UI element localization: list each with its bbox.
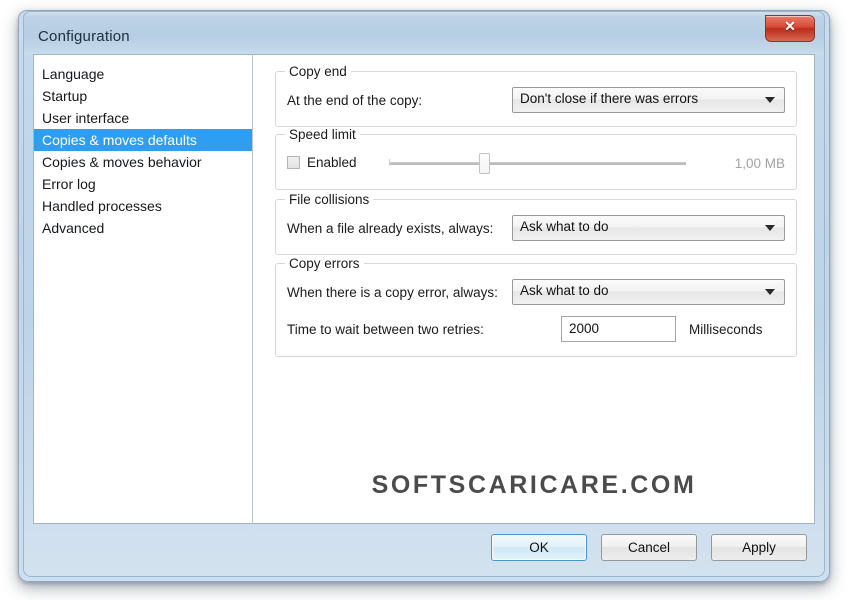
- file-collisions-dropdown-value: Ask what to do: [520, 219, 609, 234]
- retry-wait-input[interactable]: 2000: [561, 316, 676, 342]
- sidebar-item-copies-moves-defaults[interactable]: Copies & moves defaults: [34, 129, 252, 151]
- sidebar-item-handled-processes[interactable]: Handled processes: [34, 195, 252, 217]
- group-copy-errors: Copy errors When there is a copy error, …: [275, 256, 797, 357]
- slider-start-tick: [389, 159, 390, 166]
- ok-button[interactable]: OK: [491, 534, 587, 561]
- group-speed-limit: Speed limit Enabled 1,00 MB: [275, 127, 797, 190]
- group-file-collisions: File collisions When a file already exis…: [275, 192, 797, 255]
- slider-thumb[interactable]: [479, 153, 491, 174]
- speed-limit-value: 1,00 MB: [734, 156, 785, 171]
- sidebar-item-startup[interactable]: Startup: [34, 85, 252, 107]
- chevron-down-icon: [765, 289, 775, 295]
- group-copy-errors-legend: Copy errors: [285, 256, 364, 271]
- file-collisions-dropdown[interactable]: Ask what to do: [512, 215, 785, 241]
- group-speed-limit-legend: Speed limit: [285, 127, 360, 142]
- speed-limit-enabled-row[interactable]: Enabled: [287, 155, 357, 170]
- group-file-collisions-legend: File collisions: [285, 192, 374, 207]
- close-button[interactable]: ✕: [765, 15, 815, 42]
- sidebar-item-user-interface[interactable]: User interface: [34, 107, 252, 129]
- chevron-down-icon: [765, 225, 775, 231]
- client-area: Language Startup User interface Copies &…: [33, 54, 815, 524]
- copy-end-dropdown-value: Don't close if there was errors: [520, 91, 699, 106]
- copy-errors-label: When there is a copy error, always:: [287, 285, 498, 300]
- copy-end-label: At the end of the copy:: [287, 93, 423, 108]
- title-bar[interactable]: Configuration ✕: [24, 12, 824, 54]
- group-copy-end-legend: Copy end: [285, 64, 351, 79]
- close-icon: ✕: [784, 18, 796, 34]
- retry-wait-units: Milliseconds: [689, 322, 763, 337]
- cancel-button[interactable]: Cancel: [601, 534, 697, 561]
- copy-errors-dropdown[interactable]: Ask what to do: [512, 279, 785, 305]
- speed-limit-slider[interactable]: [389, 151, 686, 175]
- sidebar-item-advanced[interactable]: Advanced: [34, 217, 252, 239]
- retry-wait-label: Time to wait between two retries:: [287, 322, 484, 337]
- window-title: Configuration: [38, 28, 130, 45]
- site-watermark: SOFTSCARICARE.COM: [371, 471, 697, 499]
- chevron-down-icon: [765, 97, 775, 103]
- sidebar-item-language[interactable]: Language: [34, 63, 252, 85]
- copy-end-dropdown[interactable]: Don't close if there was errors: [512, 87, 785, 113]
- window-inner-frame: Configuration ✕ Language Startup User in…: [23, 11, 825, 577]
- group-copy-end: Copy end At the end of the copy: Don't c…: [275, 64, 797, 127]
- apply-button[interactable]: Apply: [711, 534, 807, 561]
- dialog-footer: OK Cancel Apply: [33, 526, 815, 570]
- copy-errors-dropdown-value: Ask what to do: [520, 283, 609, 298]
- sidebar-item-error-log[interactable]: Error log: [34, 173, 252, 195]
- configuration-window: Configuration ✕ Language Startup User in…: [18, 10, 830, 582]
- sidebar-item-copies-moves-behavior[interactable]: Copies & moves behavior: [34, 151, 252, 173]
- speed-limit-enabled-label: Enabled: [307, 155, 357, 170]
- settings-content-pane: Copy end At the end of the copy: Don't c…: [254, 55, 814, 523]
- speed-limit-enabled-checkbox[interactable]: [287, 156, 300, 169]
- slider-track: [389, 162, 686, 165]
- file-collisions-label: When a file already exists, always:: [287, 221, 494, 236]
- settings-category-list[interactable]: Language Startup User interface Copies &…: [34, 55, 253, 523]
